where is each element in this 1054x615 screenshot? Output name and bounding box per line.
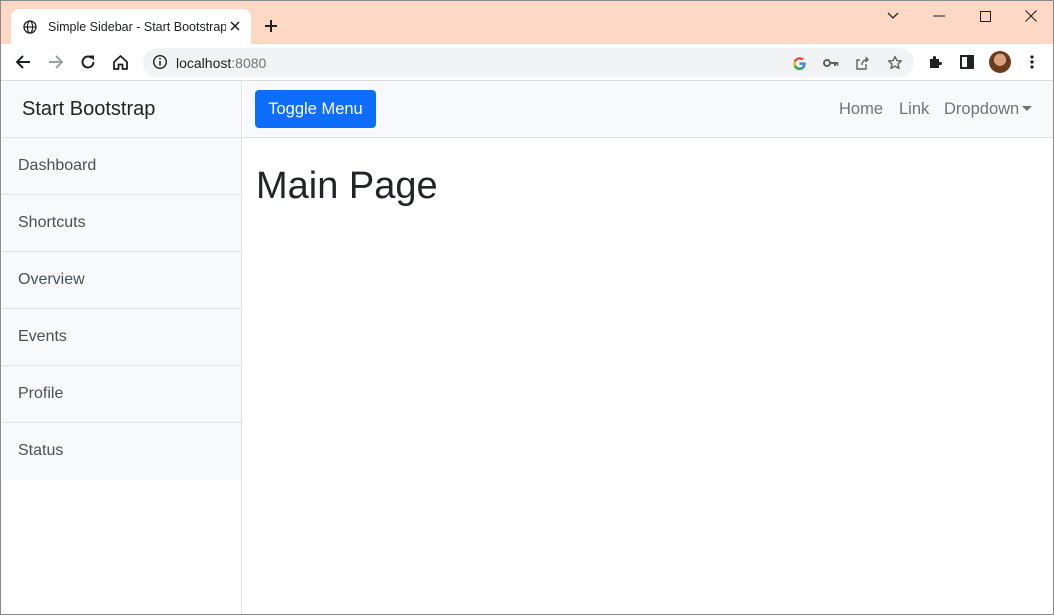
minimize-icon[interactable] bbox=[927, 5, 951, 27]
browser-window: Simple Sidebar - Start Bootstrap localho… bbox=[0, 0, 1054, 615]
key-icon[interactable] bbox=[822, 54, 840, 72]
share-icon[interactable] bbox=[854, 54, 872, 72]
forward-arrow-icon[interactable] bbox=[44, 50, 68, 74]
title-bar: Simple Sidebar - Start Bootstrap bbox=[1, 1, 1053, 44]
side-panel-icon[interactable] bbox=[955, 50, 979, 74]
main-content: Main Page bbox=[243, 138, 1053, 614]
sidebar: Start Bootstrap Dashboard Shortcuts Over… bbox=[2, 81, 242, 614]
reload-icon[interactable] bbox=[76, 50, 100, 74]
new-tab-icon[interactable] bbox=[261, 16, 281, 36]
close-window-icon[interactable] bbox=[1019, 5, 1043, 27]
extensions-puzzle-icon[interactable] bbox=[923, 50, 947, 74]
nav-link-home[interactable]: Home bbox=[839, 100, 883, 119]
site-info-icon[interactable] bbox=[152, 54, 169, 71]
sidebar-item-overview[interactable]: Overview bbox=[2, 252, 241, 309]
nav-dropdown[interactable]: Dropdown bbox=[944, 100, 1033, 119]
tab-search-icon[interactable] bbox=[881, 5, 905, 27]
browser-tab[interactable]: Simple Sidebar - Start Bootstrap bbox=[11, 9, 251, 44]
address-bar[interactable]: localhost:8080 bbox=[143, 48, 914, 77]
back-arrow-icon[interactable] bbox=[11, 50, 35, 74]
browser-toolbar: localhost:8080 bbox=[1, 44, 1053, 81]
maximize-icon[interactable] bbox=[973, 5, 997, 27]
url-text: localhost:8080 bbox=[176, 55, 266, 71]
sidebar-item-events[interactable]: Events bbox=[2, 309, 241, 366]
home-icon[interactable] bbox=[108, 50, 132, 74]
sidebar-item-dashboard[interactable]: Dashboard bbox=[2, 138, 241, 195]
url-host: localhost bbox=[176, 55, 232, 71]
sidebar-item-shortcuts[interactable]: Shortcuts bbox=[2, 195, 241, 252]
nav-dropdown-label: Dropdown bbox=[944, 100, 1020, 118]
profile-avatar[interactable] bbox=[989, 51, 1011, 73]
toggle-menu-button[interactable]: Toggle Menu bbox=[255, 90, 376, 128]
sidebar-item-profile[interactable]: Profile bbox=[2, 366, 241, 423]
url-port: :8080 bbox=[231, 55, 267, 71]
menu-kebab-icon[interactable] bbox=[1020, 50, 1044, 74]
globe-icon bbox=[22, 19, 38, 35]
page-title: Main Page bbox=[256, 165, 438, 207]
bookmark-star-icon[interactable] bbox=[886, 54, 904, 72]
top-navbar: Toggle Menu Home Link Dropdown bbox=[243, 81, 1053, 138]
tab-title: Simple Sidebar - Start Bootstrap bbox=[48, 19, 226, 34]
sidebar-item-status[interactable]: Status bbox=[2, 423, 241, 480]
sidebar-heading: Start Bootstrap bbox=[2, 81, 241, 138]
google-translate-icon[interactable] bbox=[790, 54, 808, 72]
close-tab-icon[interactable] bbox=[227, 18, 243, 34]
caret-down-icon bbox=[1022, 106, 1033, 111]
nav-link-link[interactable]: Link bbox=[899, 100, 929, 119]
